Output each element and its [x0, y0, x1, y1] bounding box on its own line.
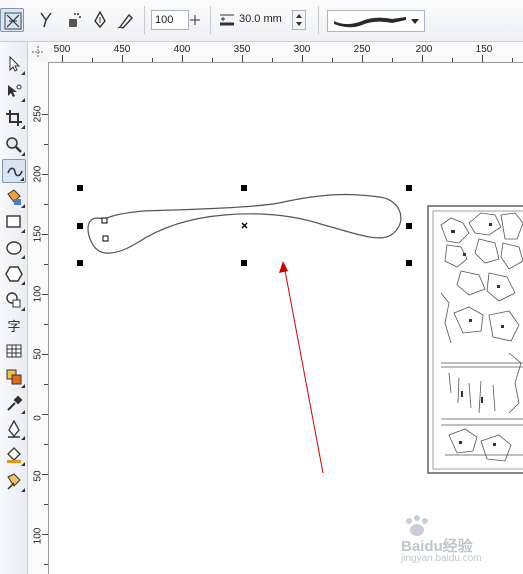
outline-pen-tool-icon[interactable] — [2, 417, 26, 441]
brush-stroke-dropdown[interactable] — [327, 10, 425, 32]
width-field[interactable]: 30.0 mm — [236, 10, 291, 30]
polygon-tool-icon[interactable] — [2, 262, 26, 286]
selection-handle[interactable] — [77, 185, 83, 191]
zoom-tool-icon[interactable] — [2, 133, 26, 157]
text-tool-glyph: 字 — [7, 320, 21, 335]
drawing-canvas[interactable]: Baidu经验 jingyan.baidu.com — [49, 63, 523, 574]
mesh-fill-tool-icon[interactable] — [2, 469, 26, 493]
smoothing-field[interactable]: 100 — [151, 10, 189, 30]
ruler-label: 150 — [32, 225, 44, 243]
ruler-label: 200 — [32, 165, 44, 183]
ruler-label: 100 — [32, 527, 44, 545]
selection-handle[interactable] — [406, 260, 412, 266]
freehand-tool-icon[interactable] — [2, 159, 26, 183]
selection-handle[interactable] — [77, 260, 83, 266]
shape-tool-icon[interactable] — [2, 79, 26, 103]
watermark: Baidu经验 jingyan.baidu.com — [401, 515, 521, 565]
freehand-mode-icon[interactable] — [0, 8, 24, 32]
smart-fill-tool-icon[interactable] — [2, 185, 26, 209]
watermark-url: jingyan.baidu.com — [401, 553, 482, 564]
width-spinner[interactable] — [292, 10, 306, 30]
toolbar-separator — [144, 6, 145, 34]
carving-image[interactable] — [427, 205, 523, 474]
ruler-label: 200 — [415, 44, 433, 55]
ruler-label: 350 — [233, 44, 251, 55]
interactive-fill-tool-icon[interactable] — [2, 365, 26, 389]
ruler-label: 500 — [53, 44, 71, 55]
ruler-label: 50 — [32, 470, 44, 482]
pressure-pen-icon[interactable] — [114, 8, 138, 32]
ruler-label: 0 — [32, 415, 44, 421]
pick-tool-icon[interactable] — [2, 52, 26, 76]
rectangle-tool-icon[interactable] — [2, 210, 26, 234]
selection-handle[interactable] — [406, 223, 412, 229]
vertical-ruler[interactable]: 250 200 150 100 50 0 50 100 — [28, 62, 49, 574]
selection-handle[interactable] — [241, 260, 247, 266]
ruler-label: 100 — [32, 285, 44, 303]
ruler-label: 400 — [173, 44, 191, 55]
curve-node[interactable] — [101, 217, 108, 224]
freehand-curve[interactable] — [87, 193, 402, 254]
fill-tool-icon[interactable] — [2, 443, 26, 467]
annotation-arrow-head — [279, 261, 288, 273]
property-bar: 100 30.0 mm — [0, 0, 523, 42]
calligraphic-pen-icon[interactable] — [88, 8, 112, 32]
pen-preset-icon[interactable] — [34, 8, 58, 32]
curve-node[interactable] — [102, 235, 109, 242]
selection-handle[interactable] — [77, 223, 83, 229]
basic-shapes-tool-icon[interactable] — [2, 288, 26, 312]
selection-center-marker[interactable] — [241, 222, 248, 229]
crop-tool-icon[interactable] — [2, 106, 26, 130]
smoothing-slider-button[interactable] — [188, 10, 204, 30]
ruler-origin-corner[interactable] — [28, 42, 49, 63]
horizontal-ruler[interactable]: 500 450 400 350 300 250 200 150 — [48, 42, 523, 63]
brush-stroke-preview — [334, 17, 406, 28]
toolbar-separator — [210, 6, 211, 34]
ruler-label: 300 — [293, 44, 311, 55]
ruler-label: 250 — [32, 105, 44, 123]
ruler-label: 450 — [113, 44, 131, 55]
ruler-label: 250 — [353, 44, 371, 55]
ellipse-tool-icon[interactable] — [2, 236, 26, 260]
toolbar-separator — [318, 6, 319, 34]
ruler-label: 150 — [475, 44, 493, 55]
width-icon — [219, 11, 235, 32]
text-tool-icon[interactable]: 字 — [2, 313, 26, 337]
table-tool-icon[interactable] — [2, 339, 26, 363]
annotation-arrow — [283, 264, 324, 474]
eyedropper-tool-icon[interactable] — [2, 391, 26, 415]
toolbox: 字 — [0, 42, 28, 574]
selection-handle[interactable] — [241, 185, 247, 191]
ruler-label: 50 — [32, 348, 44, 360]
chevron-down-icon — [411, 19, 419, 24]
selection-handle[interactable] — [406, 185, 412, 191]
spray-brush-icon[interactable] — [62, 8, 86, 32]
vertical-ruler-ticks — [42, 114, 48, 565]
